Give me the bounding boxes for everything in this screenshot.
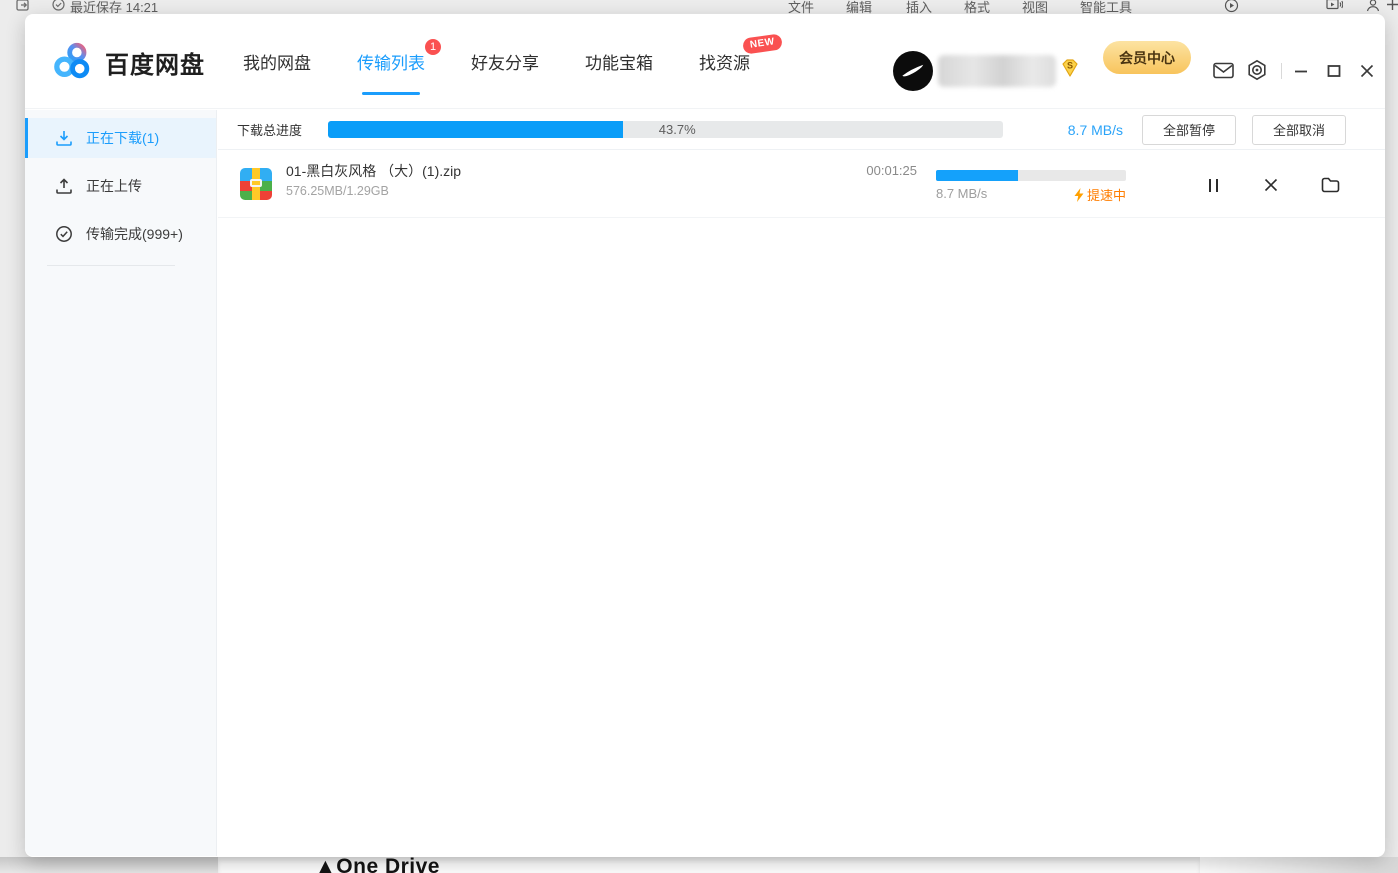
item-progress-fill bbox=[936, 170, 1018, 181]
nike-swoosh-icon bbox=[900, 58, 926, 84]
baidu-netdisk-logo-icon bbox=[53, 41, 95, 83]
sidebar: 正在下载(1) 正在上传 传输完成(999+) bbox=[25, 110, 217, 856]
total-speed: 8.7 MB/s bbox=[1033, 122, 1123, 138]
tab-transfer-list[interactable]: 传输列表 1 bbox=[357, 49, 425, 74]
cancel-all-button[interactable]: 全部取消 bbox=[1252, 115, 1346, 145]
cancel-item-button[interactable] bbox=[1260, 174, 1282, 196]
sidebar-item-downloading[interactable]: 正在下载(1) bbox=[25, 118, 216, 158]
titlebar: 百度网盘 我的网盘 传输列表 1 好友分享 功能宝箱 找资源 NEW bbox=[25, 14, 1385, 109]
user-avatar[interactable] bbox=[893, 51, 933, 91]
menu-item-insert[interactable]: 插入 bbox=[906, 0, 932, 14]
lightning-icon bbox=[1074, 188, 1084, 202]
new-badge: NEW bbox=[742, 33, 783, 54]
tab-my-drive[interactable]: 我的网盘 bbox=[243, 49, 311, 74]
background-app-bottom: ▲One Drive bbox=[0, 857, 1398, 873]
settings-icon[interactable] bbox=[1245, 58, 1269, 82]
main-tabs: 我的网盘 传输列表 1 好友分享 功能宝箱 找资源 NEW bbox=[243, 14, 750, 109]
file-name: 01-黑白灰风格 （大）(1).zip bbox=[286, 161, 461, 181]
present-icon[interactable] bbox=[1326, 0, 1343, 14]
minimize-button[interactable] bbox=[1289, 59, 1313, 83]
download-icon bbox=[55, 129, 73, 147]
close-button[interactable] bbox=[1355, 59, 1379, 83]
app-name: 百度网盘 bbox=[105, 45, 205, 80]
svg-text:S: S bbox=[1067, 61, 1073, 71]
pause-all-button[interactable]: 全部暂停 bbox=[1142, 115, 1236, 145]
pause-item-button[interactable] bbox=[1202, 174, 1224, 196]
export-icon[interactable] bbox=[16, 0, 30, 14]
item-speed: 8.7 MB/s bbox=[936, 186, 987, 201]
bottom-shadow-right bbox=[1200, 857, 1398, 873]
upload-icon bbox=[55, 177, 73, 195]
menu-item-tools[interactable]: 智能工具 bbox=[1080, 0, 1132, 14]
user-icon[interactable] bbox=[1366, 0, 1380, 14]
open-folder-button[interactable] bbox=[1319, 174, 1341, 196]
total-progress-label: 下载总进度 bbox=[237, 120, 302, 139]
sidebar-item-uploading[interactable]: 正在上传 bbox=[25, 166, 216, 206]
total-progress-header: 下载总进度 43.7% 8.7 MB/s 全部暂停 全部取消 bbox=[218, 110, 1385, 150]
maximize-button[interactable] bbox=[1322, 59, 1346, 83]
boost-status: 提速中 bbox=[1036, 185, 1126, 204]
onedrive-label: ▲One Drive bbox=[315, 857, 440, 873]
boost-label: 提速中 bbox=[1087, 185, 1126, 204]
total-progress-bar: 43.7% bbox=[328, 121, 1003, 138]
bottom-shadow-left bbox=[0, 857, 218, 873]
active-tab-underline bbox=[362, 92, 420, 95]
time-remaining: 00:01:25 bbox=[835, 163, 917, 178]
check-circle-icon bbox=[55, 225, 73, 243]
background-window-surface: ▲One Drive bbox=[218, 857, 1200, 873]
save-status: 最近保存 14:21 bbox=[70, 0, 158, 14]
svip-badge-icon: S bbox=[1059, 57, 1081, 79]
active-indicator bbox=[25, 118, 28, 158]
add-icon[interactable] bbox=[1386, 0, 1398, 14]
menu-item-view[interactable]: 视图 bbox=[1022, 0, 1048, 14]
sidebar-divider bbox=[47, 265, 175, 266]
total-progress-fill bbox=[328, 121, 623, 138]
username-blurred bbox=[938, 55, 1056, 87]
tab-friend-share[interactable]: 好友分享 bbox=[471, 49, 539, 74]
download-row[interactable]: 01-黑白灰风格 （大）(1).zip 576.25MB/1.29GB 00:0… bbox=[218, 150, 1385, 218]
record-icon[interactable] bbox=[1224, 0, 1239, 14]
tab-toolbox[interactable]: 功能宝箱 bbox=[585, 49, 653, 74]
item-progress-bar bbox=[936, 170, 1126, 181]
menu-item-format[interactable]: 格式 bbox=[964, 0, 990, 14]
zip-file-icon bbox=[240, 168, 272, 200]
transfer-content: 下载总进度 43.7% 8.7 MB/s 全部暂停 全部取消 01-黑白灰风格 … bbox=[218, 110, 1385, 856]
app-logo: 百度网盘 bbox=[53, 41, 205, 83]
tab-find-resources[interactable]: 找资源 NEW bbox=[699, 49, 750, 74]
background-app-titlebar: 最近保存 14:21 文件 编辑 插入 格式 视图 智能工具 bbox=[0, 0, 1398, 14]
total-progress-percent: 43.7% bbox=[659, 121, 696, 138]
titlebar-divider bbox=[1281, 63, 1282, 79]
member-center-button[interactable]: 会员中心 bbox=[1103, 41, 1191, 74]
check-circle-icon bbox=[52, 0, 65, 14]
mail-icon[interactable] bbox=[1211, 58, 1235, 82]
transfer-count-badge: 1 bbox=[425, 39, 441, 55]
menu-item-edit[interactable]: 编辑 bbox=[846, 0, 872, 14]
sidebar-item-completed[interactable]: 传输完成(999+) bbox=[25, 214, 216, 254]
menu-item-file[interactable]: 文件 bbox=[788, 0, 814, 14]
file-size: 576.25MB/1.29GB bbox=[286, 184, 389, 198]
baidu-netdisk-window: 百度网盘 我的网盘 传输列表 1 好友分享 功能宝箱 找资源 NEW bbox=[25, 14, 1385, 857]
